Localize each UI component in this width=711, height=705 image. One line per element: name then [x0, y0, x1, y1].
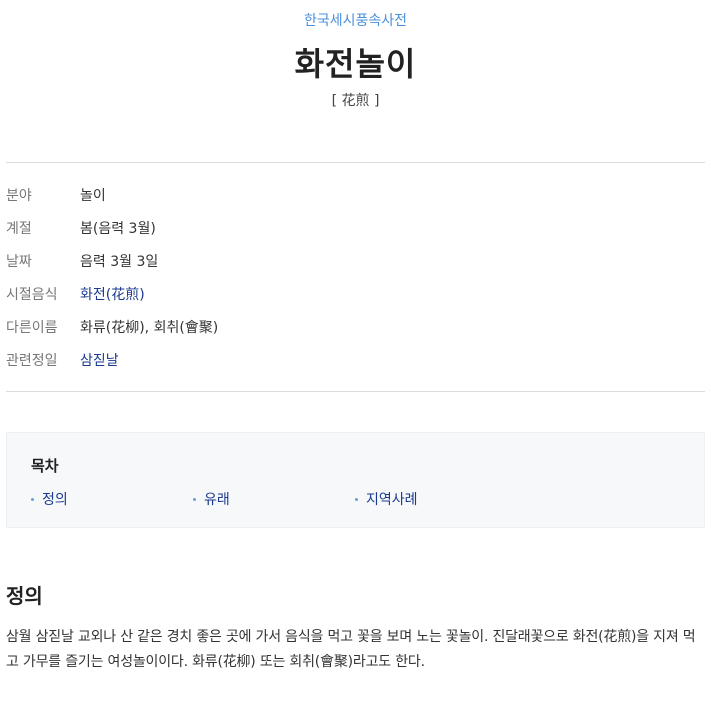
dictionary-name: 한국세시풍속사전: [6, 10, 705, 32]
info-key: 다른이름: [6, 319, 58, 336]
info-row-season: 계절 봄(음력 3월): [6, 211, 705, 244]
toc-link-definition[interactable]: 정의: [42, 489, 68, 509]
info-value: 음력 3월 3일: [80, 253, 159, 270]
toc-item-regional-cases: 지역사례: [355, 489, 517, 509]
info-row-seasonal-food: 시절음식 화전(花煎): [6, 277, 705, 310]
toc-list: 정의 유래 지역사례: [31, 489, 704, 509]
section-body: 삼월 삼짇날 교외나 산 같은 경치 좋은 곳에 가서 음식을 먹고 꽃을 보며…: [6, 629, 696, 670]
toc-item-definition: 정의: [31, 489, 193, 509]
divider-bottom: [6, 391, 705, 392]
info-key: 관련정일: [6, 352, 58, 369]
info-table: 분야 놀이 계절 봄(음력 3월) 날짜 음력 3월 3일 시절음식 화전(花煎…: [6, 163, 705, 391]
info-value: 화류(花柳), 회취(會聚): [80, 319, 219, 336]
bullet-icon: [193, 497, 196, 501]
info-value: 삼짇날: [80, 350, 119, 370]
seasonal-food-link[interactable]: 화전(花煎): [80, 287, 145, 303]
bullet-icon: [355, 497, 358, 501]
toc-link-regional-cases[interactable]: 지역사례: [366, 489, 418, 509]
toc-title: 목차: [31, 457, 59, 475]
toc-item-origin: 유래: [193, 489, 355, 509]
info-row-other-names: 다른이름 화류(花柳), 회취(會聚): [6, 310, 705, 343]
info-key: 계절: [6, 220, 32, 237]
page-content: 한국세시풍속사전 화전놀이 [ 花煎 ] 분야 놀이 계절 봄(음력 3월) 날…: [0, 10, 711, 675]
info-value: 놀이: [80, 187, 106, 204]
section-title: 정의: [6, 584, 43, 608]
info-row-field: 분야 놀이: [6, 178, 705, 211]
page-title: 화전놀이: [294, 45, 417, 83]
info-key: 시절음식: [6, 286, 58, 303]
info-value: 화전(花煎): [80, 284, 145, 304]
info-value: 봄(음력 3월): [80, 220, 156, 237]
toc-link-origin[interactable]: 유래: [204, 489, 230, 509]
info-key: 분야: [6, 187, 32, 204]
info-row-date: 날짜 음력 3월 3일: [6, 244, 705, 277]
table-of-contents: 목차 정의 유래 지역사례: [6, 432, 705, 528]
info-row-related-day: 관련정일 삼짇날: [6, 343, 705, 376]
related-day-link[interactable]: 삼짇날: [80, 353, 119, 369]
page-hanja: [ 花煎 ]: [331, 93, 380, 109]
dictionary-link[interactable]: 한국세시풍속사전: [304, 13, 407, 29]
bullet-icon: [31, 497, 34, 501]
info-key: 날짜: [6, 253, 32, 270]
